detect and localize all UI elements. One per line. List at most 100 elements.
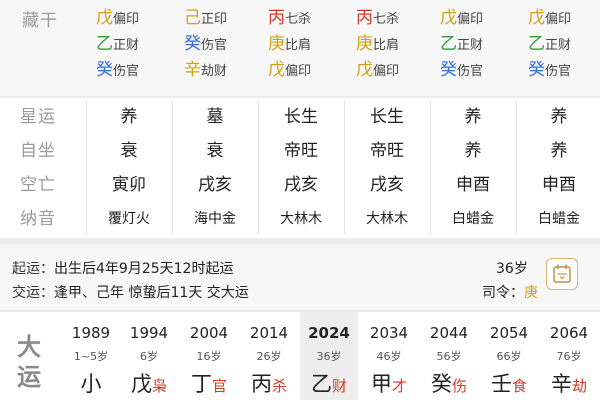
- canggan-god: 偏印: [457, 12, 484, 27]
- star-cell: 帝旺: [284, 141, 318, 161]
- dayun-item[interactable]: 2014 26岁 丙杀: [240, 312, 298, 400]
- star-cell: 覆灯火: [108, 211, 150, 227]
- dayun-pillar: 辛劫: [540, 368, 598, 398]
- star-cell: 戌亥: [198, 175, 232, 195]
- star-row: 自坐 衰 衰 帝旺 帝旺 养 养: [0, 134, 600, 169]
- star-row-label: 自坐: [20, 141, 56, 161]
- dayun-age: 26岁: [256, 350, 282, 363]
- canggan-stem: 丙: [356, 8, 373, 28]
- star-cell: 衰: [206, 141, 224, 161]
- dayun-item[interactable]: 2034 46岁 甲才: [360, 312, 418, 400]
- canggan-label: 藏干: [22, 11, 58, 31]
- dayun-year: 2044: [429, 324, 469, 342]
- canggan-god: 劫财: [201, 64, 228, 79]
- canggan-item: 戊偏印: [440, 5, 526, 31]
- canggan-god: 伤官: [201, 38, 228, 53]
- canggan-item: 戊偏印: [96, 5, 182, 31]
- star-row-label: 星运: [20, 107, 56, 127]
- star-row: 纳音 覆灯火 海中金 大林木 大林木 白蜡金 白蜡金: [0, 202, 600, 237]
- canggan-god: 比肩: [373, 38, 400, 53]
- dayun-age: 56岁: [436, 350, 462, 363]
- canggan-stem: 庚: [268, 34, 285, 54]
- star-cell: 大林木: [366, 211, 408, 227]
- dayun-stem: 壬: [490, 372, 512, 396]
- canggan-stem: 戊: [440, 8, 457, 28]
- star-cell: 申酉: [542, 175, 576, 195]
- dayun-item[interactable]: 2004 16岁 丁官: [180, 312, 238, 400]
- canggan-god: 七杀: [373, 12, 400, 27]
- calendar-button[interactable]: [546, 258, 578, 290]
- canggan-item: 癸伤官: [440, 57, 526, 83]
- canggan-column: 戊偏印 乙正财 癸伤官: [96, 5, 182, 83]
- dayun-god: 枭: [151, 377, 167, 395]
- canggan-god: 正财: [113, 38, 140, 53]
- canggan-item: 庚比肩: [268, 31, 354, 57]
- dayun-pillar: 乙财: [300, 368, 358, 398]
- star-cell: 寅卯: [112, 175, 146, 195]
- star-cell: 戌亥: [284, 175, 318, 195]
- canggan-stem: 戊: [356, 60, 373, 80]
- star-cell: 海中金: [194, 211, 236, 227]
- dayun-label-char: 大: [17, 333, 41, 361]
- dayun-label: 大 运: [14, 332, 44, 392]
- dayun-label-char: 运: [17, 363, 41, 391]
- canggan-column: 丙七杀 庚比肩 戊偏印: [356, 5, 442, 83]
- canggan-item: 癸伤官: [96, 57, 182, 83]
- dayun-item[interactable]: 2024 36岁 乙财: [300, 312, 358, 400]
- star-cell: 养: [464, 141, 482, 161]
- dayun-stem: 小: [80, 372, 102, 396]
- dayun-stem: 乙: [310, 372, 332, 396]
- dayun-pillar: 小: [62, 368, 120, 398]
- dayun-year: 1989: [71, 324, 111, 342]
- canggan-stem: 癸: [96, 60, 113, 80]
- dayun-age: 16岁: [196, 350, 222, 363]
- current-age: 36岁: [496, 261, 528, 277]
- canggan-god: 比肩: [285, 38, 312, 53]
- star-cell: 养: [464, 107, 482, 127]
- dayun-year: 1994: [129, 324, 169, 342]
- canggan-god: 偏印: [545, 12, 572, 27]
- dayun-item[interactable]: 2054 66岁 壬食: [480, 312, 538, 400]
- canggan-god: 正印: [201, 12, 228, 27]
- dayun-age: 1~5岁: [73, 350, 109, 363]
- siling-label: 司令：: [482, 285, 524, 301]
- canggan-stem: 癸: [528, 60, 545, 80]
- canggan-stem: 己: [184, 8, 201, 28]
- canggan-item: 丙七杀: [268, 5, 354, 31]
- canggan-god: 正财: [545, 38, 572, 53]
- canggan-god: 伤官: [113, 64, 140, 79]
- canggan-column: 己正印癸伤官辛劫财: [184, 5, 270, 83]
- canggan-stem: 乙: [96, 34, 113, 54]
- dayun-pillar: 戊枭: [120, 368, 178, 398]
- star-cell: 戌亥: [370, 175, 404, 195]
- star-cell: 长生: [284, 107, 318, 127]
- star-cell: 申酉: [456, 175, 490, 195]
- dayun-god: 才: [391, 377, 407, 395]
- jiaoyun-value: 逢甲、己年 惊蛰后11天 交大运: [54, 285, 249, 301]
- dayun-age: 76岁: [556, 350, 582, 363]
- canggan-item: 乙正财: [96, 31, 182, 57]
- star-cell: 养: [550, 107, 568, 127]
- canggan-column: 丙七杀 庚比肩 戊偏印: [268, 5, 354, 83]
- star-cell: 白蜡金: [452, 211, 494, 227]
- canggan-item: 癸伤官: [184, 31, 270, 57]
- dayun-god: 伤: [451, 377, 467, 395]
- dayun-pillar: 壬食: [480, 368, 538, 398]
- jiaoyun-label: 交运：: [12, 285, 54, 301]
- canggan-god: 正财: [457, 38, 484, 53]
- dayun-year: 2054: [489, 324, 529, 342]
- star-row-label: 空亡: [20, 175, 56, 195]
- canggan-stem: 戊: [96, 8, 113, 28]
- canggan-god: 偏印: [285, 64, 312, 79]
- dayun-item[interactable]: 1994 6岁 戊枭: [120, 312, 178, 400]
- canggan-god: 七杀: [285, 12, 312, 27]
- star-row: 空亡 寅卯 戌亥 戌亥 戌亥 申酉 申酉: [0, 168, 600, 203]
- canggan-stem: 癸: [440, 60, 457, 80]
- dayun-item[interactable]: 2044 56岁 癸伤: [420, 312, 478, 400]
- dayun-item[interactable]: 2064 76岁 辛劫: [540, 312, 598, 400]
- qiyun-value: 出生后4年9月25天12时起运: [54, 261, 234, 277]
- canggan-stem: 辛: [184, 60, 201, 80]
- canggan-column: 戊偏印 乙正财 癸伤官: [528, 5, 600, 83]
- dayun-item[interactable]: 1989 1~5岁小: [62, 312, 120, 400]
- canggan-stem: 戊: [528, 8, 545, 28]
